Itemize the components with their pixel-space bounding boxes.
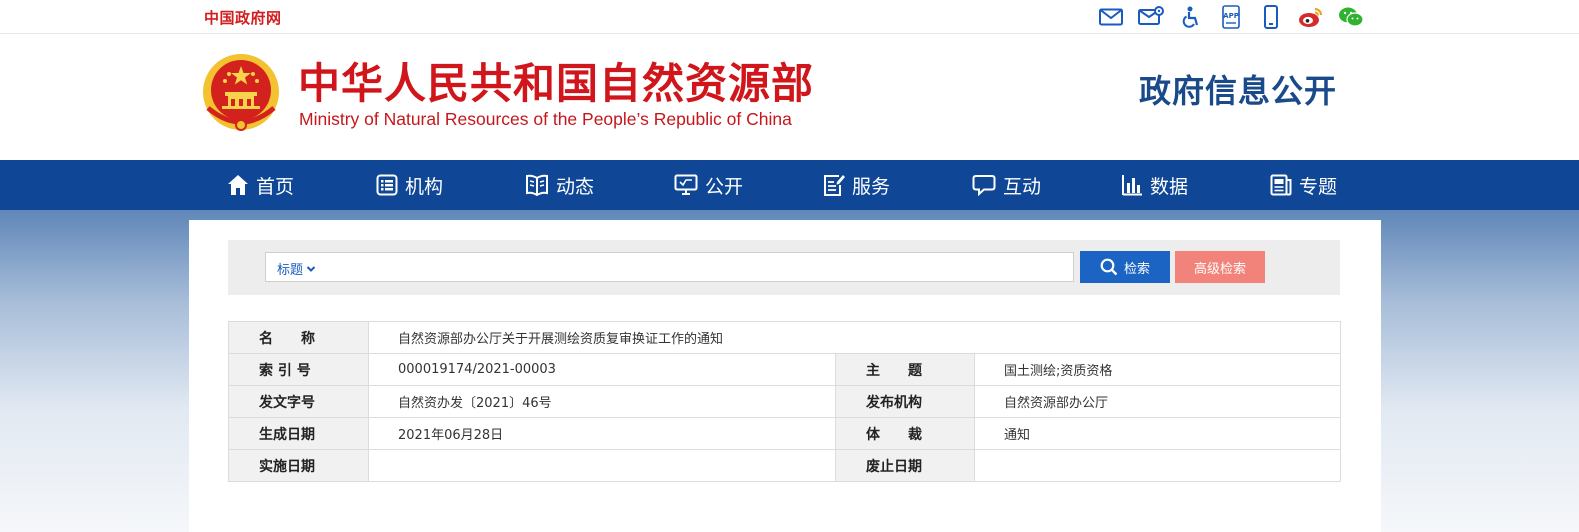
gov-portal-link[interactable]: 中国政府网 [204, 7, 282, 28]
main-nav: 首页 机构 动态 公开 服务 互动 数据 专题 [0, 160, 1579, 210]
top-icon-group: APP [1098, 3, 1364, 31]
meta-value-index: 000019174/2021-00003 [368, 353, 836, 386]
table-row: 生成日期 2021年06月28日 体 裁 通知 [228, 417, 1342, 450]
meta-label-name: 名 称 [228, 321, 369, 354]
chevron-down-icon [306, 265, 316, 272]
meta-value-effective-date [368, 449, 836, 482]
nav-item-label: 互动 [1003, 175, 1042, 198]
top-bar: 中国政府网 APP [0, 0, 1579, 34]
nav-item-news[interactable]: 动态 [525, 160, 594, 210]
table-row: 发文字号 自然资办发〔2021〕46号 发布机构 自然资源部办公厅 [228, 385, 1342, 418]
meta-label-effective-date: 实施日期 [228, 449, 369, 482]
search-input[interactable]: 标题 [265, 252, 1074, 282]
document-edit-icon [824, 175, 845, 196]
meta-value-publisher: 自然资源部办公厅 [973, 385, 1342, 418]
ministry-name-cn: 中华人民共和国自然资源部 [298, 59, 815, 108]
accessibility-icon[interactable] [1178, 4, 1204, 30]
meta-value-expiry-date [973, 449, 1342, 482]
meta-value-created-date: 2021年06月28日 [368, 417, 836, 450]
search-button-label: 检索 [1123, 261, 1150, 277]
ministry-name-en: Ministry of Natural Resources of the Peo… [299, 109, 792, 129]
meta-label-index: 索 引 号 [228, 353, 369, 386]
nav-item-label: 数据 [1150, 175, 1189, 198]
meta-label-expiry-date: 废止日期 [835, 449, 975, 482]
meta-label-topic: 主 题 [835, 353, 975, 386]
mail-icon[interactable] [1098, 4, 1124, 30]
meta-label-doc-number: 发文字号 [228, 385, 369, 418]
mail-settings-icon[interactable] [1138, 4, 1164, 30]
advanced-search-button[interactable]: 高级检索 [1175, 251, 1265, 283]
chat-icon [972, 175, 996, 196]
nav-item-disclosure[interactable]: 公开 [674, 160, 743, 210]
table-row: 索 引 号 000019174/2021-00003 主 题 国土测绘;资质资格 [228, 353, 1342, 386]
nav-item-label: 机构 [405, 175, 444, 198]
search-icon [1100, 258, 1118, 276]
site-header: 中华人民共和国自然资源部 Ministry of Natural Resourc… [0, 34, 1579, 160]
meta-value-topic: 国土测绘;资质资格 [973, 353, 1342, 386]
wechat-icon[interactable] [1338, 4, 1364, 30]
newspaper-icon [1270, 174, 1292, 196]
meta-value-genre: 通知 [973, 417, 1342, 450]
bar-chart-icon [1122, 175, 1142, 196]
nav-item-label: 专题 [1299, 175, 1338, 198]
table-row: 名 称 自然资源部办公厅关于开展测绘资质复审换证工作的通知 [228, 321, 1342, 354]
document-metadata-table: 名 称 自然资源部办公厅关于开展测绘资质复审换证工作的通知 索 引 号 0000… [228, 321, 1342, 482]
nav-item-home[interactable]: 首页 [227, 160, 294, 210]
app-icon[interactable]: APP [1218, 4, 1244, 30]
search-field-select[interactable]: 标题 [277, 259, 316, 278]
mobile-icon[interactable] [1258, 4, 1284, 30]
home-icon [228, 175, 248, 195]
nav-item-label: 服务 [852, 175, 891, 198]
meta-value-name: 自然资源部办公厅关于开展测绘资质复审换证工作的通知 [367, 321, 1342, 354]
search-button[interactable]: 检索 [1080, 251, 1170, 283]
table-row: 实施日期 废止日期 [228, 449, 1342, 482]
meta-label-publisher: 发布机构 [835, 385, 975, 418]
nav-item-label: 首页 [256, 175, 295, 198]
nav-item-label: 公开 [705, 175, 744, 198]
advanced-search-label: 高级检索 [1193, 261, 1246, 277]
organization-icon [376, 174, 398, 196]
nav-item-service[interactable]: 服务 [823, 160, 890, 210]
app-icon-text: APP [1223, 12, 1239, 20]
meta-label-created-date: 生成日期 [228, 417, 369, 450]
nav-item-interaction[interactable]: 互动 [972, 160, 1041, 210]
nav-item-topics[interactable]: 专题 [1270, 160, 1337, 210]
gov-info-disclosure-title: 政府信息公开 [1139, 72, 1338, 110]
nav-item-data[interactable]: 数据 [1121, 160, 1188, 210]
nav-item-label: 动态 [556, 175, 595, 198]
nav-item-organization[interactable]: 机构 [376, 160, 443, 210]
meta-label-genre: 体 裁 [835, 417, 975, 450]
monitor-icon [674, 174, 698, 195]
national-emblem-logo[interactable] [200, 52, 282, 136]
meta-value-doc-number: 自然资办发〔2021〕46号 [368, 385, 836, 418]
book-icon [526, 174, 548, 196]
weibo-icon[interactable] [1298, 4, 1324, 30]
search-field-select-value: 标题 [277, 263, 304, 278]
